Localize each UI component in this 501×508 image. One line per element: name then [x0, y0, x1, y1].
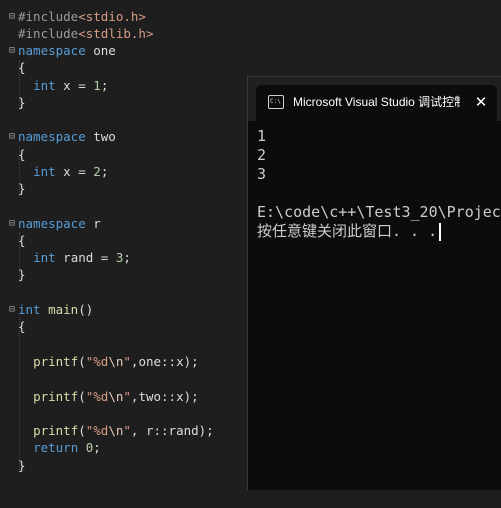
text-cursor — [439, 223, 441, 241]
semicolon: ; — [100, 164, 109, 179]
namespace-name: two — [85, 129, 116, 144]
code-line[interactable]: #include<stdlib.h> — [0, 25, 501, 42]
keyword: namespace — [18, 216, 86, 231]
semicolon: ; — [93, 440, 101, 455]
brace: } — [18, 267, 26, 282]
keyword: namespace — [18, 43, 86, 58]
string-literal: " — [123, 423, 131, 438]
function-name: main — [40, 302, 79, 317]
close-icon[interactable]: ✕ — [471, 92, 491, 112]
brace: { — [18, 233, 26, 248]
code-line[interactable]: ⊟ #include<stdio.h> — [0, 8, 501, 25]
brace: { — [18, 60, 26, 75]
type-keyword: int — [33, 250, 56, 265]
console-output-line: 2 — [257, 146, 267, 164]
semicolon: ; — [100, 78, 109, 93]
brace: } — [18, 458, 26, 473]
console-output-line: E:\code\c++\Test3_20\Project — [257, 203, 501, 221]
console-window-icon: C:\ — [268, 95, 284, 109]
code-text: x = — [55, 164, 94, 179]
keyword: return — [33, 440, 79, 455]
code-text: ,one::x); — [130, 354, 199, 369]
debug-console-window[interactable]: C:\ Microsoft Visual Studio 调试控制台 ✕ 1 2 … — [247, 76, 501, 490]
preprocessor-hash: # — [18, 9, 26, 24]
function-name: printf — [33, 423, 79, 438]
number-literal: 2 — [93, 164, 101, 179]
string-literal: "%d — [85, 354, 109, 369]
include-header: <stdio.h> — [78, 9, 146, 24]
fold-toggle-icon[interactable]: ⊟ — [9, 301, 18, 318]
code-text: rand = — [55, 250, 116, 265]
brace: } — [18, 181, 26, 196]
function-name: printf — [33, 354, 79, 369]
code-text: () — [78, 302, 94, 317]
code-text: ,two::x); — [130, 389, 199, 404]
console-output-line: 按任意键关闭此窗口. . . — [257, 222, 438, 240]
type-keyword: int — [33, 78, 56, 93]
paren: ( — [78, 389, 86, 404]
include-header: <stdlib.h> — [78, 26, 154, 41]
fold-toggle-icon[interactable]: ⊟ — [9, 128, 18, 145]
console-output-line: 1 — [257, 127, 267, 145]
escape-sequence: \n — [108, 423, 124, 438]
semicolon: ; — [123, 250, 131, 265]
code-line[interactable]: ⊟ namespace one — [0, 42, 501, 59]
keyword: namespace — [18, 129, 86, 144]
code-text: x = — [55, 78, 94, 93]
preprocessor-directive: include — [25, 26, 79, 41]
string-literal: "%d — [85, 423, 109, 438]
paren: ( — [78, 423, 86, 438]
console-titlebar[interactable]: C:\ Microsoft Visual Studio 调试控制台 ✕ — [248, 77, 501, 121]
namespace-name: one — [85, 43, 116, 58]
console-tab[interactable]: C:\ Microsoft Visual Studio 调试控制台 ✕ — [256, 85, 497, 121]
preprocessor-directive: include — [25, 9, 79, 24]
brace: { — [18, 147, 26, 162]
number-literal: 1 — [93, 78, 101, 93]
function-name: printf — [33, 389, 79, 404]
namespace-name: r — [85, 216, 101, 231]
string-literal: "%d — [85, 389, 109, 404]
type-keyword: int — [18, 302, 41, 317]
brace: { — [18, 319, 26, 334]
fold-toggle-icon[interactable]: ⊟ — [9, 8, 18, 25]
type-keyword: int — [33, 164, 56, 179]
preprocessor-hash: # — [18, 26, 26, 41]
paren: ( — [78, 354, 86, 369]
console-title: Microsoft Visual Studio 调试控制台 — [293, 95, 460, 109]
code-line[interactable]: { — [0, 59, 501, 76]
escape-sequence: \n — [108, 354, 124, 369]
brace: } — [18, 95, 26, 110]
fold-toggle-icon[interactable]: ⊟ — [9, 42, 18, 59]
code-text: , r::rand); — [130, 423, 214, 438]
console-output-line: 3 — [257, 165, 267, 183]
string-literal: " — [123, 389, 131, 404]
escape-sequence: \n — [108, 389, 124, 404]
fold-toggle-icon[interactable]: ⊟ — [9, 215, 18, 232]
console-icon-label: C:\ — [270, 98, 281, 105]
string-literal: " — [123, 354, 131, 369]
